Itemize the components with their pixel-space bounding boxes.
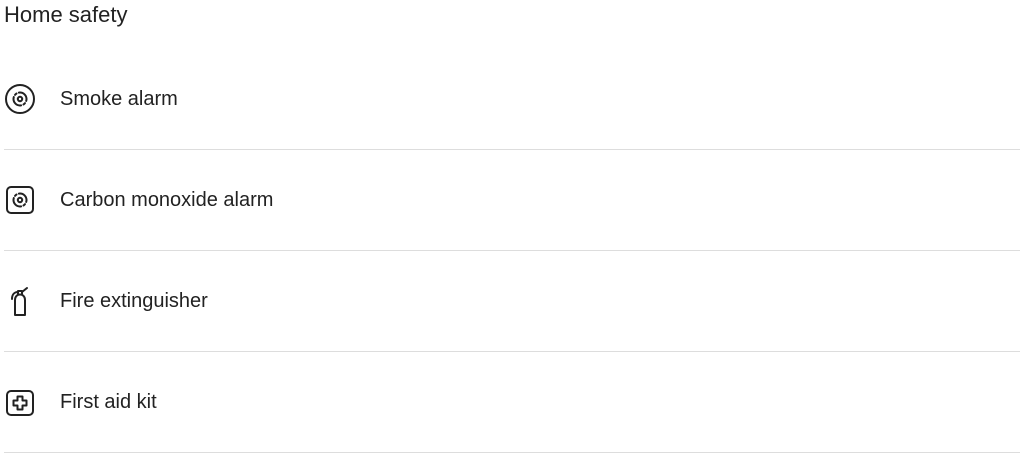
list-item: Carbon monoxide alarm — [4, 151, 1020, 251]
home-safety-section: Home safety Smoke alarm Carbon monoxide … — [0, 0, 1024, 468]
list-item-label: Fire extinguisher — [60, 289, 208, 312]
list-item-label: Carbon monoxide alarm — [60, 188, 274, 211]
carbon-monoxide-alarm-icon — [4, 184, 36, 216]
list-item-label: Smoke alarm — [60, 87, 178, 110]
section-title: Home safety — [4, 2, 128, 27]
smoke-alarm-icon — [4, 83, 36, 115]
list-item: Smoke alarm — [4, 50, 1020, 150]
list-item-label: First aid kit — [60, 390, 157, 413]
list-item: First aid kit — [4, 353, 1020, 453]
amenity-list: Smoke alarm Carbon monoxide alarm Fire e… — [4, 50, 1020, 454]
list-item: Fire extinguisher — [4, 252, 1020, 352]
first-aid-kit-icon — [4, 386, 36, 418]
fire-extinguisher-icon — [4, 285, 36, 317]
